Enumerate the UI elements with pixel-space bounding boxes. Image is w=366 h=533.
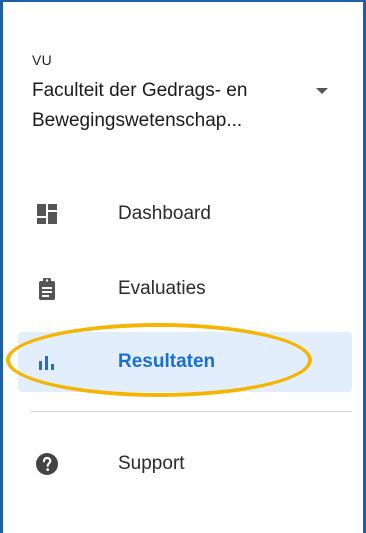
chevron-down-icon[interactable] xyxy=(316,88,328,94)
faculty-name-line2: Bewegingswetenschap... xyxy=(32,110,243,131)
sidebar-item-label: Support xyxy=(118,453,185,474)
faculty-selector[interactable]: Faculteit der Gedrags- en Bewegingsweten… xyxy=(32,76,322,136)
sidebar-item-label: Evaluaties xyxy=(118,278,206,299)
clipboard-icon xyxy=(39,278,55,300)
divider xyxy=(30,411,352,412)
sidebar-item-support[interactable]: Support xyxy=(18,434,352,494)
org-label: VU xyxy=(32,52,53,68)
sidebar-item-label: Resultaten xyxy=(118,351,216,372)
dashboard-icon xyxy=(37,204,57,224)
sidebar-item-resultaten[interactable]: Resultaten xyxy=(18,332,352,392)
help-circle-icon xyxy=(36,453,58,475)
bar-chart-icon xyxy=(39,356,54,370)
sidebar-item-label: Dashboard xyxy=(118,203,211,224)
sidebar-item-evaluaties[interactable]: Evaluaties xyxy=(18,259,352,319)
faculty-name-line1: Faculteit der Gedrags- en xyxy=(32,80,248,101)
sidebar-item-dashboard[interactable]: Dashboard xyxy=(18,184,352,244)
